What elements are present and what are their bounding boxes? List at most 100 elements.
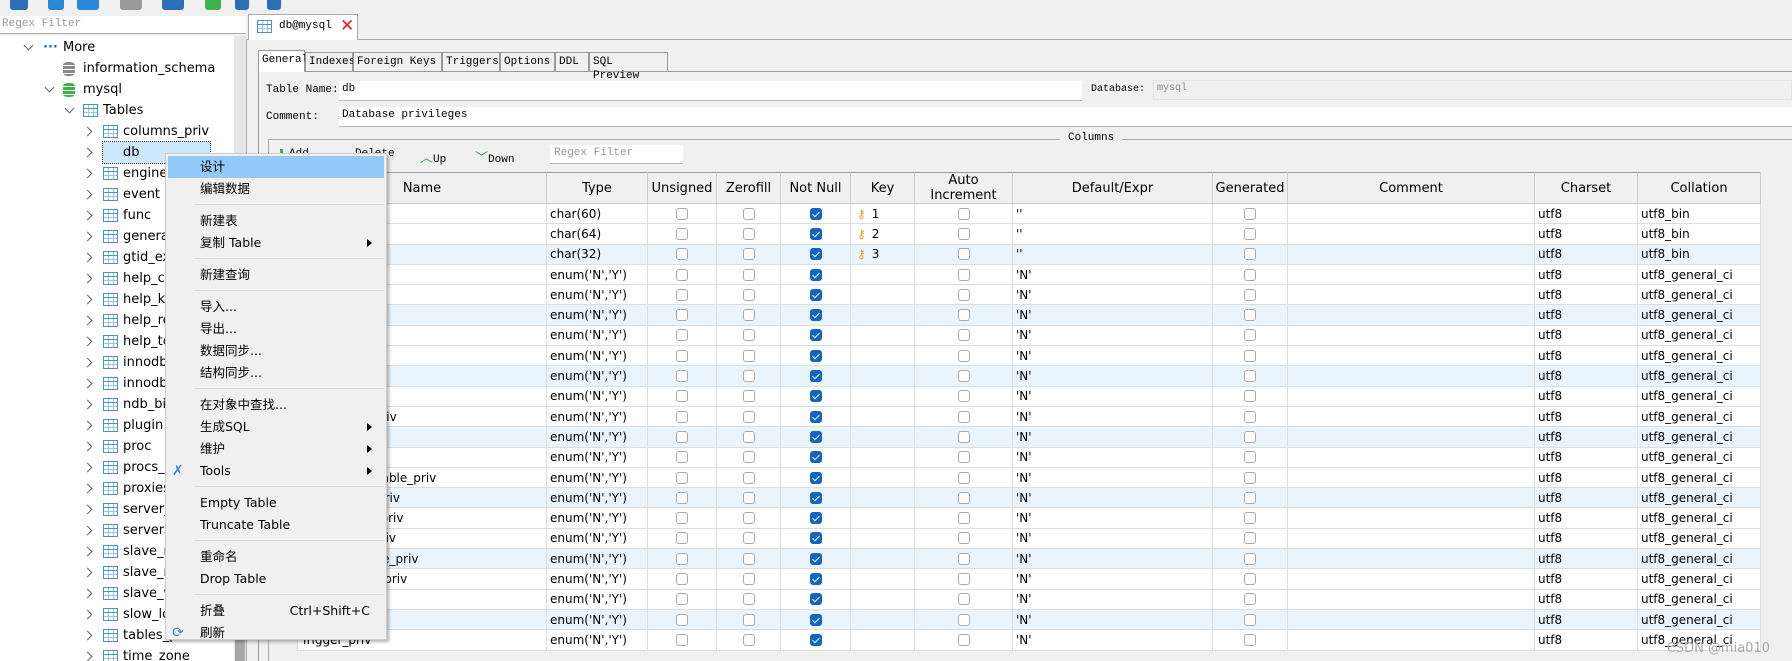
table-row[interactable]: Create_routine_privenum('N','Y')'N'utf8u… — [297, 548, 1761, 570]
auto-increment-cell[interactable] — [914, 243, 1013, 265]
checkbox[interactable] — [676, 207, 688, 220]
generated-cell[interactable] — [1212, 243, 1288, 265]
menu-item[interactable]: 结构同步... — [168, 362, 384, 384]
zerofill-cell[interactable] — [716, 202, 781, 225]
zerofill-cell[interactable] — [716, 405, 781, 428]
unsigned-cell[interactable] — [647, 629, 717, 651]
checkbox[interactable] — [676, 390, 688, 403]
checkbox-checked[interactable] — [809, 390, 822, 403]
table-row[interactable]: Create_view_privenum('N','Y')'N'utf8utf8… — [297, 507, 1761, 529]
table-row[interactable]: Lock_tables_privenum('N','Y')'N'utf8utf8… — [297, 487, 1761, 509]
tree-item-information-schema[interactable]: information_schema — [0, 58, 234, 79]
menu-item[interactable]: 新建表 — [168, 210, 384, 232]
checkbox[interactable] — [742, 248, 755, 261]
generated-cell[interactable] — [1212, 202, 1288, 225]
generated-cell[interactable] — [1212, 507, 1288, 529]
unsigned-cell[interactable] — [647, 304, 717, 326]
checkbox[interactable] — [957, 451, 970, 464]
checkbox-checked[interactable] — [809, 268, 822, 281]
not-null-cell[interactable] — [780, 405, 851, 428]
chevron-right-icon[interactable] — [82, 588, 93, 599]
table-row[interactable]: Delete_privenum('N','Y')'N'utf8utf8_gene… — [297, 324, 1761, 347]
column-header[interactable]: Default/Expr — [1012, 172, 1213, 204]
table-row[interactable]: Alter_routine_privenum('N','Y')'N'utf8ut… — [297, 568, 1761, 590]
table-row[interactable]: Dbchar(64)⚷2''utf8utf8_bin — [297, 223, 1761, 245]
checkbox[interactable] — [676, 288, 688, 301]
auto-increment-cell[interactable] — [914, 487, 1013, 509]
checkbox[interactable] — [676, 268, 688, 281]
unsigned-cell[interactable] — [647, 365, 717, 387]
chevron-right-icon[interactable] — [82, 525, 93, 536]
checkbox-checked[interactable] — [809, 430, 822, 443]
checkbox-checked[interactable] — [809, 471, 822, 484]
checkbox-checked[interactable] — [809, 329, 822, 342]
checkbox[interactable] — [742, 309, 755, 322]
not-null-cell[interactable] — [780, 527, 851, 550]
not-null-cell[interactable] — [780, 202, 851, 225]
tree-item-table[interactable]: time_zone — [0, 646, 234, 661]
menu-item[interactable]: 设计 — [168, 156, 384, 178]
generated-cell[interactable] — [1212, 426, 1288, 448]
checkbox[interactable] — [1244, 572, 1256, 585]
checkbox[interactable] — [676, 613, 688, 626]
zerofill-cell[interactable] — [716, 608, 781, 631]
not-null-cell[interactable] — [780, 365, 851, 387]
zerofill-cell[interactable] — [716, 324, 781, 347]
not-null-cell[interactable] — [780, 324, 851, 347]
checkbox-checked[interactable] — [809, 572, 822, 585]
close-icon[interactable]: ✕ — [340, 16, 354, 36]
tab-general[interactable]: General — [258, 50, 308, 72]
not-null-cell[interactable] — [780, 588, 851, 610]
zerofill-cell[interactable] — [716, 548, 781, 570]
checkbox[interactable] — [742, 390, 755, 403]
checkbox[interactable] — [1244, 593, 1256, 606]
checkbox[interactable] — [676, 309, 688, 322]
checkbox[interactable] — [957, 471, 970, 484]
checkbox[interactable] — [676, 572, 688, 585]
chevron-right-icon[interactable] — [82, 273, 93, 284]
generated-cell[interactable] — [1212, 446, 1288, 468]
tree-item-more[interactable]: ··· More — [0, 37, 234, 58]
auto-increment-cell[interactable] — [914, 304, 1013, 326]
menu-item[interactable]: 维护 — [168, 438, 384, 460]
chevron-right-icon[interactable] — [82, 420, 93, 431]
auto-increment-cell[interactable] — [914, 568, 1013, 590]
tab-options[interactable]: Options — [500, 52, 555, 72]
generated-cell[interactable] — [1212, 466, 1288, 489]
checkbox[interactable] — [1244, 370, 1256, 383]
checkbox[interactable] — [1244, 532, 1256, 545]
checkbox[interactable] — [1244, 309, 1256, 322]
checkbox[interactable] — [742, 471, 755, 484]
not-null-cell[interactable] — [780, 608, 851, 631]
checkbox[interactable] — [957, 572, 970, 585]
chevron-right-icon[interactable] — [82, 210, 93, 221]
chevron-right-icon[interactable] — [82, 357, 93, 368]
checkbox[interactable] — [742, 227, 755, 240]
checkbox-checked[interactable] — [809, 410, 822, 423]
checkbox[interactable] — [742, 370, 755, 383]
zerofill-cell[interactable] — [716, 487, 781, 509]
tree-item-tables[interactable]: Tables — [0, 100, 234, 121]
table-row[interactable]: Trigger_privenum('N','Y')'N'utf8utf8_gen… — [297, 629, 1761, 651]
checkbox[interactable] — [1244, 227, 1256, 240]
columns-filter-input[interactable]: Regex Filter — [550, 145, 683, 164]
tab-triggers[interactable]: Triggers — [442, 52, 500, 72]
auto-increment-cell[interactable] — [914, 345, 1013, 367]
menu-item[interactable]: ✗ Tools — [168, 460, 384, 482]
checkbox[interactable] — [957, 370, 970, 383]
generated-cell[interactable] — [1212, 284, 1288, 306]
checkbox[interactable] — [742, 268, 755, 281]
unsigned-cell[interactable] — [647, 568, 717, 590]
chevron-right-icon[interactable] — [82, 126, 93, 137]
tab-db-mysql[interactable]: db@mysql ✕ — [248, 14, 358, 40]
chevron-right-icon[interactable] — [82, 462, 93, 473]
unsigned-cell[interactable] — [647, 405, 717, 428]
checkbox[interactable] — [676, 451, 688, 464]
checkbox-checked[interactable] — [809, 349, 822, 362]
auto-increment-cell[interactable] — [914, 527, 1013, 550]
zerofill-cell[interactable] — [716, 446, 781, 468]
checkbox-checked[interactable] — [809, 309, 822, 322]
auto-increment-cell[interactable] — [914, 588, 1013, 610]
auto-increment-cell[interactable] — [914, 507, 1013, 529]
generated-cell[interactable] — [1212, 304, 1288, 326]
